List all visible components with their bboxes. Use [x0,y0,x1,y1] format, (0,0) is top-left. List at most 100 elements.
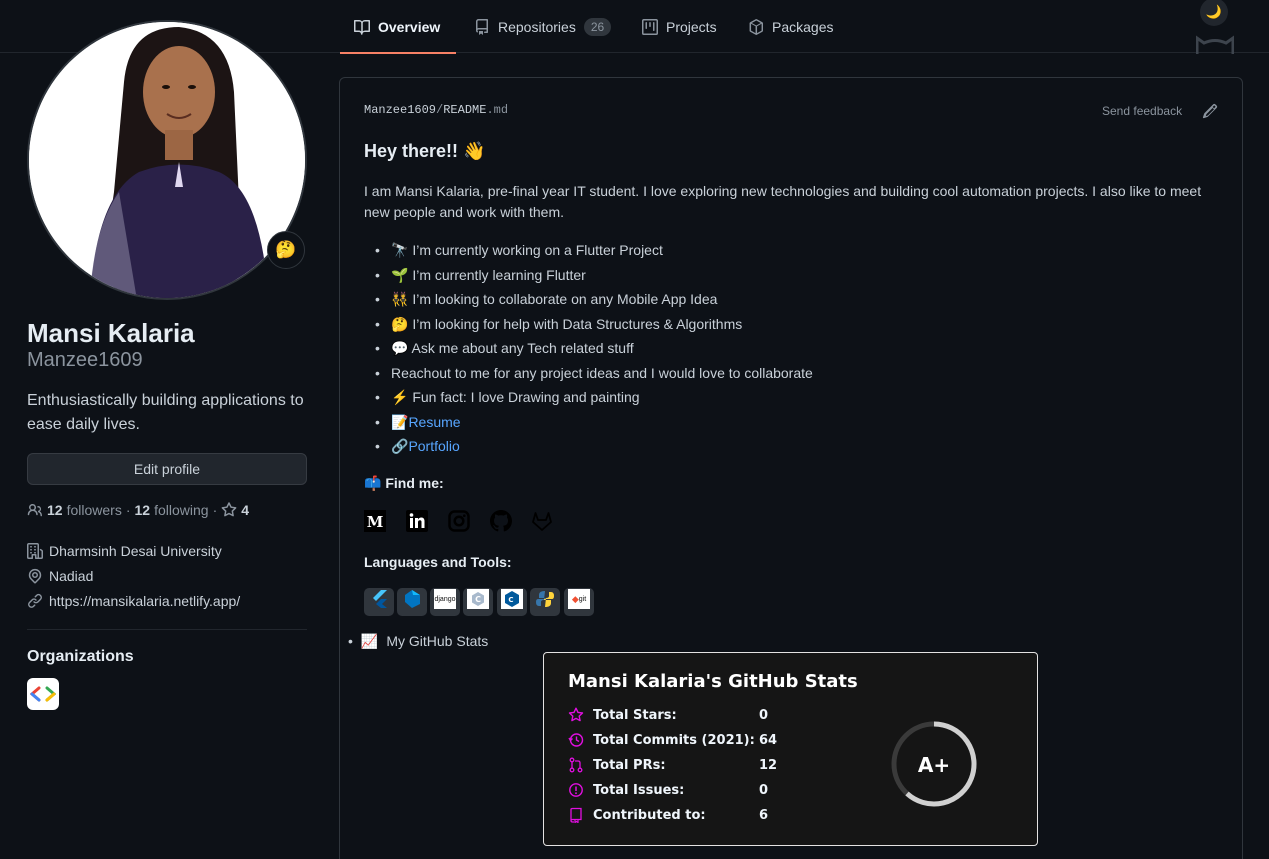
flutter-logo [373,590,387,608]
git-logo: ◆ git [568,589,590,609]
stat-label: Total Issues: [593,782,685,798]
readme-heading: Hey there!! 👋 [364,141,486,161]
portfolio-link[interactable]: Portfolio [408,438,459,454]
django-logo: django [434,589,456,609]
bullet-dot: • [348,633,353,649]
svg-text:M: M [367,513,384,531]
github-stats-card: Mansi Kalaria's GitHub Stats Total Stars… [543,652,1038,846]
list-item: ⚡ Fun fact: I love Drawing and painting [375,387,813,412]
stat-row-issues: Total Issues: 0 [568,782,768,798]
flutter-icon[interactable] [364,588,394,616]
profile-website[interactable]: https://mansikalaria.netlify.app/ [27,593,240,609]
star-icon [568,707,584,722]
tab-packages[interactable]: Packages [748,0,833,53]
dot-separator: · [125,502,131,518]
location-icon [28,568,42,584]
profile-username: Manzee1609 [27,349,143,371]
readme-owner[interactable]: Manzee1609 [364,103,436,117]
stats-title: Mansi Kalaria's GitHub Stats [568,671,858,692]
svg-text:C: C [475,595,481,604]
star-icon[interactable] [221,502,237,518]
stars-count[interactable]: 4 [241,502,249,518]
profile-bio: Enthusiastically building applications t… [27,392,304,433]
stat-row-commits: Total Commits (2021): 64 [568,732,777,748]
website-link[interactable]: https://mansikalaria.netlify.app/ [49,593,240,609]
stat-value: 0 [759,782,769,798]
list-item: 👯 I’m looking to collaborate on any Mobi… [375,289,813,314]
tab-projects-label: Projects [666,18,717,35]
book-icon [354,19,370,35]
dot-separator: · [212,502,218,518]
git-icon[interactable]: ◆ git [564,588,594,616]
git-logo-label: git [578,595,587,603]
octocat-ears-icon [1196,35,1234,54]
django-icon[interactable]: django [430,588,460,616]
issue-icon [569,783,583,797]
tab-repositories[interactable]: Repositories 26 [474,0,612,53]
readme-intro: I am Mansi Kalaria, pre-final year IT st… [364,183,1202,220]
readme-file[interactable]: README [443,103,486,117]
profile-location: Nadiad [27,568,93,584]
avatar[interactable] [27,20,307,300]
project-icon [642,18,658,35]
dart-icon[interactable] [397,588,427,616]
following-link[interactable]: following [154,502,208,518]
list-item: 🔭 I’m currently working on a Flutter Pro… [375,240,813,265]
organization-avatar[interactable] [27,678,59,710]
package-icon [749,18,763,35]
stat-label: Total Commits (2021): [593,732,755,748]
list-item: Reachout to me for any project ideas and… [375,363,813,388]
readme-extension: .md [486,103,509,117]
organization-text: Dharmsinh Desai University [49,543,222,559]
portfolio-emoji: 🔗 [391,438,409,454]
followers-count[interactable]: 12 [47,502,63,518]
following-count[interactable]: 12 [135,502,151,518]
medium-icon[interactable]: M [364,510,386,532]
c-icon[interactable]: C [463,588,493,616]
languages-heading: Languages and Tools: [364,554,512,570]
pencil-icon[interactable] [1202,103,1218,119]
avatar-photo [29,22,305,298]
followers-link[interactable]: followers [67,502,122,518]
moon-icon[interactable]: 🌙 [1200,0,1228,26]
send-feedback-link[interactable]: Send feedback [1102,104,1182,118]
list-item-portfolio: 🔗Portfolio [375,436,813,461]
list-item: 💬 Ask me about any Tech related stuff [375,338,813,363]
people-icon [27,503,42,517]
status-emoji-button[interactable]: 🤔 [267,231,305,269]
edit-profile-button[interactable]: Edit profile [27,453,307,485]
svg-text:C: C [508,596,513,604]
code-brackets-icon [30,686,56,702]
resume-emoji: 📝 [391,413,409,430]
tab-projects[interactable]: Projects [642,0,717,53]
rank-label: A+ [918,753,950,777]
rank-circle: A+ [891,721,977,807]
readme-bullet-list: 🔭 I’m currently working on a Flutter Pro… [375,240,813,461]
stat-label: Contributed to: [593,807,706,823]
organizations-heading: Organizations [27,648,134,665]
link-icon [28,593,43,608]
location-text: Nadiad [49,568,94,584]
instagram-icon[interactable] [448,510,470,532]
find-me-heading: 📫 Find me: [364,475,444,491]
stat-label: Total PRs: [593,757,666,773]
pull-request-icon [569,757,583,773]
repositories-count-badge: 26 [583,17,612,36]
stat-value: 12 [759,757,778,773]
resume-link[interactable]: Resume [408,414,460,430]
linkedin-icon[interactable] [406,510,428,532]
cplusplus-icon[interactable]: C [497,588,527,616]
dart-logo [405,590,420,608]
readme-path[interactable]: Manzee1609/README.md [364,103,508,117]
github-icon[interactable] [490,510,512,532]
python-icon[interactable] [530,588,560,616]
repo-icon [476,18,488,35]
cpp-logo: C [501,589,523,609]
follow-stats: 12 followers · 12 following · 4 [27,502,249,518]
stat-row-contributed: Contributed to: 6 [568,807,768,823]
list-item-resume: 📝Resume [375,412,813,437]
gitlab-icon[interactable] [531,510,553,532]
tab-overview[interactable]: Overview [339,0,457,54]
history-icon [568,733,584,747]
profile-full-name: Mansi Kalaria [27,318,195,348]
